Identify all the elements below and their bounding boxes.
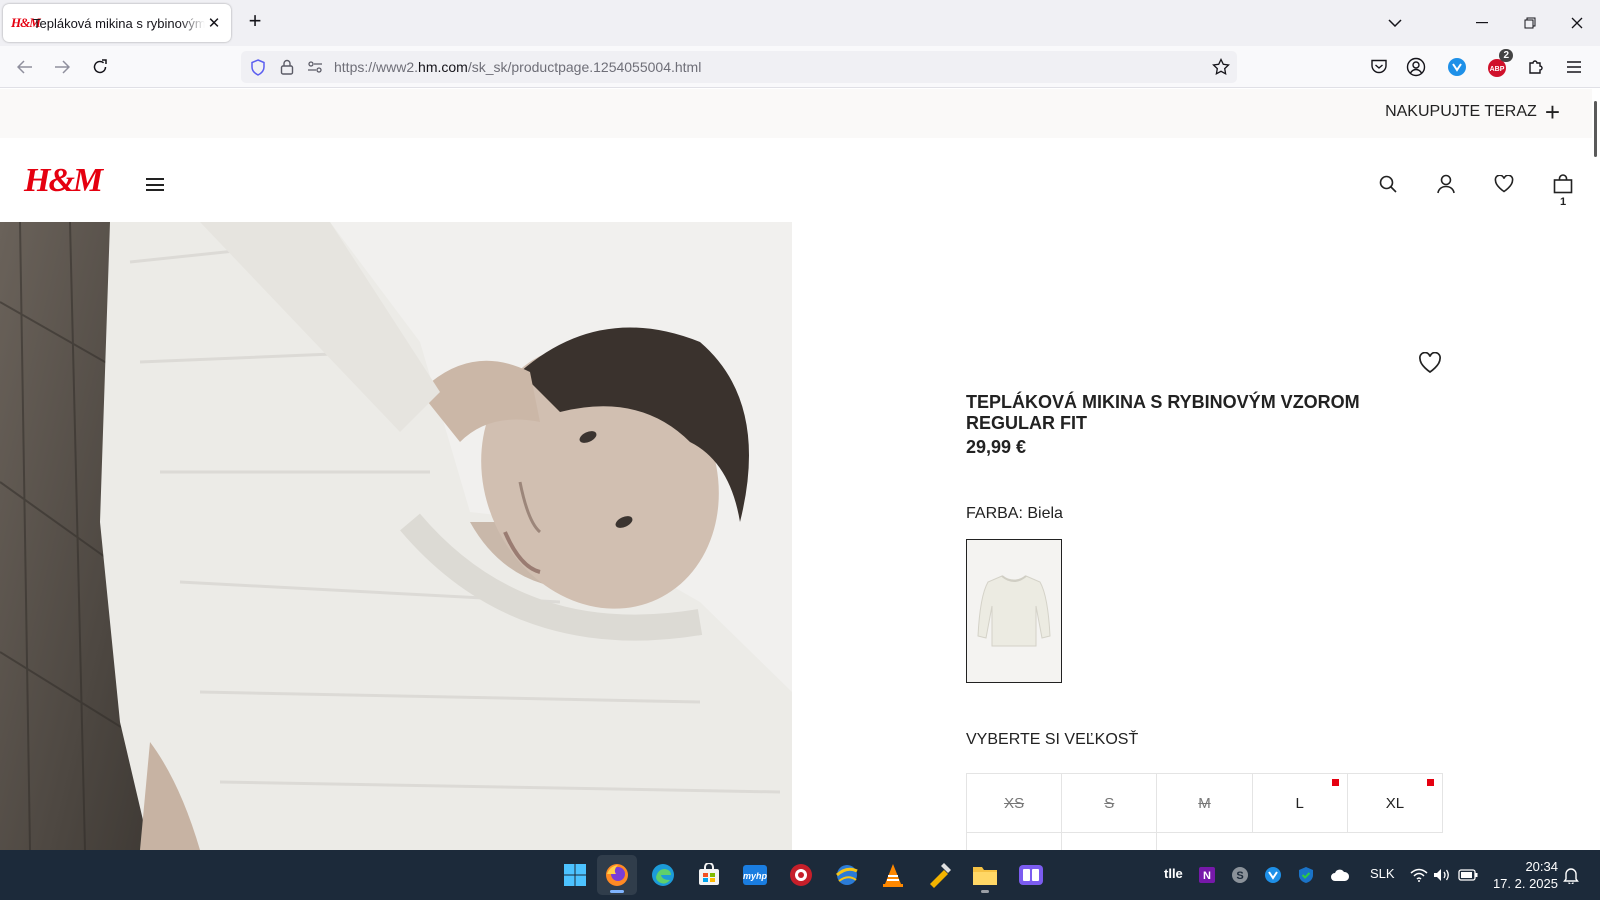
site-header: H&M 1 xyxy=(0,138,1592,222)
low-stock-indicator xyxy=(1426,779,1434,786)
product-title: TEPLÁKOVÁ MIKINA S RYBINOVÝM VZOROM REGU… xyxy=(966,392,1360,433)
sweater-thumbnail-image xyxy=(977,575,1051,647)
page-scrollbar[interactable] xyxy=(1592,89,1600,850)
shield-icon[interactable] xyxy=(249,58,267,76)
file-explorer-icon[interactable] xyxy=(965,855,1005,895)
restore-icon[interactable] xyxy=(1507,0,1553,46)
svg-text:myhp: myhp xyxy=(743,871,768,881)
firefox-icon[interactable] xyxy=(597,855,637,895)
lock-icon[interactable] xyxy=(278,58,296,76)
add-to-favourites-heart-icon[interactable] xyxy=(1418,351,1442,376)
app-red-icon[interactable] xyxy=(781,855,821,895)
browser-tab-active[interactable]: H&M Tepláková mikina s rybinovým vzorom … xyxy=(3,4,231,42)
plus-icon: + xyxy=(1544,97,1560,127)
reload-icon[interactable] xyxy=(87,54,113,80)
bitwarden-extension-icon[interactable] xyxy=(1446,56,1468,78)
size-selector: XS S M L XL xyxy=(966,773,1443,833)
myhp-icon[interactable]: myhp xyxy=(735,855,775,895)
promo-bar: NAKUPUJTE TERAZ + xyxy=(0,89,1592,138)
svg-text:S: S xyxy=(1236,870,1243,882)
url-path: /sk_sk/productpage.1254055004.html xyxy=(467,59,702,75)
search-icon[interactable] xyxy=(1376,172,1400,196)
promo-text: NAKUPUJTE TERAZ xyxy=(1385,103,1537,120)
language-indicator[interactable]: SLK xyxy=(1370,866,1395,881)
onenote-icon[interactable]: N xyxy=(1197,865,1217,885)
url-bar[interactable]: https://www2.hm.com/sk_sk/productpage.12… xyxy=(241,51,1237,83)
forward-arrow-icon[interactable] xyxy=(49,54,75,80)
clock-time: 20:34 xyxy=(1525,859,1558,874)
svg-text:N: N xyxy=(1203,870,1211,882)
edge-icon[interactable] xyxy=(643,855,683,895)
new-tab-button[interactable]: + xyxy=(244,10,266,33)
color-label: FARBA: Biela xyxy=(966,505,1063,522)
bitwarden-tray-icon[interactable] xyxy=(1263,865,1283,885)
user-icon[interactable] xyxy=(1434,172,1458,196)
defender-shield-icon[interactable] xyxy=(1296,865,1316,885)
size-xl-label: XL xyxy=(1385,794,1405,812)
product-price: 29,99 € xyxy=(966,437,1027,457)
hamburger-menu-icon[interactable] xyxy=(146,178,164,191)
skype-icon[interactable]: S xyxy=(1230,865,1250,885)
heart-icon[interactable] xyxy=(1492,172,1516,196)
tab-title: Tepláková mikina s rybinovým vzorom xyxy=(33,15,205,31)
product-photo-image xyxy=(0,222,792,850)
svg-text:ABP: ABP xyxy=(1490,66,1505,73)
browser-tab-bar: H&M Tepláková mikina s rybinovým vzorom … xyxy=(0,0,1600,46)
bag-icon[interactable] xyxy=(1551,172,1575,196)
shop-now-link[interactable]: NAKUPUJTE TERAZ + xyxy=(1385,97,1560,127)
extension-badge: 2 xyxy=(1499,49,1513,62)
battery-icon[interactable] xyxy=(1458,865,1478,885)
size-option-xs[interactable]: XS xyxy=(967,774,1063,833)
tray-app-label[interactable]: tlle xyxy=(1164,866,1183,881)
wifi-icon[interactable] xyxy=(1409,865,1429,885)
url-domain: hm.com xyxy=(418,59,468,75)
size-option-s[interactable]: S xyxy=(1062,774,1158,833)
app-tool-icon[interactable] xyxy=(919,855,959,895)
store-icon[interactable] xyxy=(689,855,729,895)
windows-taskbar: myhp tlle N S SLK 20:34 17. 2. 2025 xyxy=(0,850,1600,900)
size-option-xl[interactable]: XL xyxy=(1347,774,1443,833)
size-label: VYBERTE SI VEĽKOSŤ xyxy=(966,731,1139,748)
vlc-icon[interactable] xyxy=(873,855,913,895)
size-xs-label: XS xyxy=(1004,794,1025,812)
onedrive-cloud-icon[interactable] xyxy=(1330,865,1350,885)
hm-logo[interactable]: H&M xyxy=(24,162,103,200)
size-m-label: M xyxy=(1198,794,1211,812)
account-icon[interactable] xyxy=(1405,56,1427,78)
permissions-icon[interactable] xyxy=(306,58,324,76)
tab-close-icon[interactable]: ✕ xyxy=(205,14,223,32)
minimize-icon[interactable] xyxy=(1459,0,1505,46)
size-l-label: L xyxy=(1295,794,1304,812)
pocket-icon[interactable] xyxy=(1368,56,1390,78)
close-window-icon[interactable] xyxy=(1554,0,1600,46)
clock-date: 17. 2. 2025 xyxy=(1492,876,1558,891)
back-arrow-icon[interactable] xyxy=(12,54,38,80)
adblock-extension-icon[interactable]: ABP 2 xyxy=(1487,49,1513,78)
low-stock-indicator xyxy=(1331,779,1339,786)
bag-count-badge: 1 xyxy=(1559,196,1567,208)
url-prefix: https://www2. xyxy=(334,59,419,75)
scrollbar-thumb[interactable] xyxy=(1594,101,1597,157)
size-s-label: S xyxy=(1104,794,1115,812)
browser-nav-bar: https://www2.hm.com/sk_sk/productpage.12… xyxy=(0,46,1600,88)
system-clock[interactable]: 20:34 17. 2. 2025 xyxy=(1488,858,1558,892)
windows-start-icon[interactable] xyxy=(555,855,595,895)
hm-favicon-icon: H&M xyxy=(11,15,41,30)
tab-list-chevron-icon[interactable] xyxy=(1372,0,1418,46)
color-swatch-white[interactable] xyxy=(966,539,1062,683)
size-option-l[interactable]: L xyxy=(1252,774,1348,833)
puzzle-icon[interactable] xyxy=(1525,56,1547,78)
notification-bell-icon[interactable] xyxy=(1561,865,1581,885)
menu-icon[interactable] xyxy=(1563,56,1585,78)
size-option-m[interactable]: M xyxy=(1157,774,1253,833)
product-details: TEPLÁKOVÁ MIKINA S RYBINOVÝM VZOROM REGU… xyxy=(966,222,1443,853)
app-purple-icon[interactable] xyxy=(1011,855,1051,895)
app-globe-icon[interactable] xyxy=(827,855,867,895)
url-text[interactable]: https://www2.hm.com/sk_sk/productpage.12… xyxy=(334,59,701,75)
product-photo[interactable] xyxy=(0,222,792,850)
bookmark-star-icon[interactable] xyxy=(1212,58,1230,76)
volume-icon[interactable] xyxy=(1432,865,1452,885)
